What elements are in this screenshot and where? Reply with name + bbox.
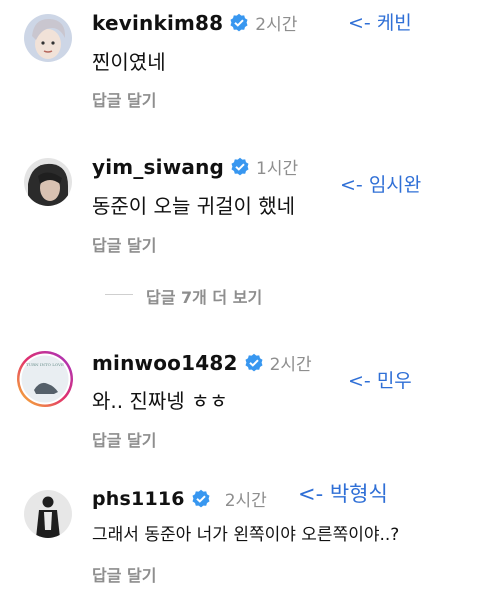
reply-button[interactable]: 답글 달기	[92, 87, 156, 111]
username[interactable]: yim_siwang	[92, 155, 224, 179]
more-replies-divider	[105, 294, 133, 295]
timestamp: 1시간	[256, 159, 299, 179]
username[interactable]: minwoo1482	[92, 351, 238, 375]
comment-text: 와.. 진짜넹 ㅎㅎ	[92, 389, 228, 413]
verified-badge-icon	[230, 157, 250, 177]
verified-badge-icon	[229, 13, 249, 33]
timestamp: 2시간	[255, 15, 298, 35]
avatar-yim_siwang[interactable]	[24, 158, 72, 206]
reply-button[interactable]: 답글 달기	[92, 562, 156, 586]
verified-badge-icon	[191, 489, 211, 509]
avatar-minwoo1482[interactable]: TURN INTO LOVE	[16, 350, 74, 408]
view-more-replies-button[interactable]: 답글 7개 더 보기	[146, 284, 262, 308]
reply-button[interactable]: 답글 달기	[92, 232, 156, 256]
annotation-label: <- 임시완	[340, 174, 422, 196]
avatar-kevinkim88[interactable]	[24, 14, 72, 62]
username[interactable]: kevinkim88	[92, 11, 223, 35]
comment-text: 찐이였네	[92, 50, 166, 74]
comment-text: 그래서 동준아 너가 왼쪽이야 오른쪽이야..?	[92, 525, 400, 545]
comment-text: 동준이 오늘 귀걸이 했네	[92, 194, 296, 218]
avatar-phs1116[interactable]	[24, 490, 72, 538]
timestamp: 2시간	[269, 355, 312, 375]
annotation-label: <- 케빈	[348, 12, 412, 34]
username[interactable]: phs1116	[92, 488, 185, 510]
reply-button[interactable]: 답글 달기	[92, 427, 156, 451]
annotation-label: <- 민우	[348, 370, 412, 392]
avatar-album-text: TURN INTO LOVE	[26, 362, 64, 367]
annotation-label: <- 박형식	[298, 482, 388, 506]
verified-badge-icon	[244, 353, 264, 373]
timestamp: 2시간	[224, 491, 267, 511]
